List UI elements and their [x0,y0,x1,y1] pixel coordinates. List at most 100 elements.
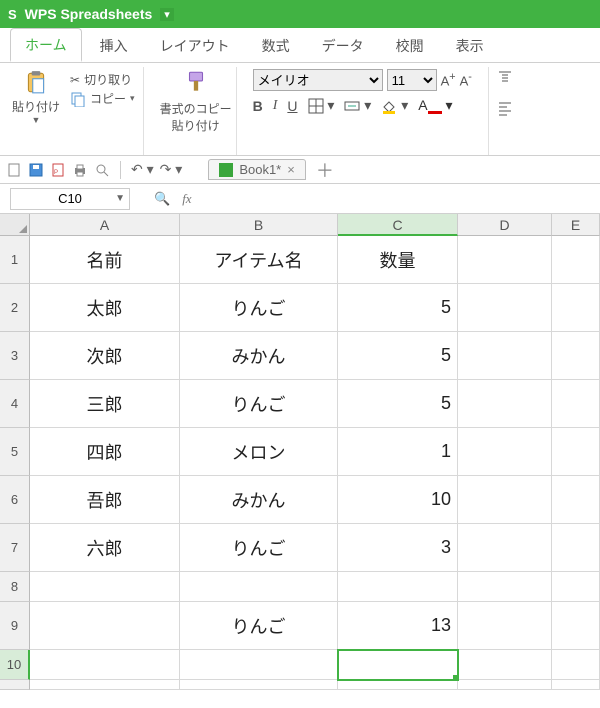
row-header-10[interactable]: 10 [0,650,30,680]
cell-B1[interactable]: アイテム名 [180,236,338,284]
cell-E8[interactable] [552,572,600,602]
row-header-3[interactable]: 3 [0,332,30,380]
tab-home[interactable]: ホーム [10,28,82,62]
cell-E6[interactable] [552,476,600,524]
cell-A4[interactable]: 三郎 [30,380,180,428]
trace-search-icon[interactable]: 🔍 [154,191,170,207]
cell-A5[interactable]: 四郎 [30,428,180,476]
paste-icon[interactable] [23,69,49,98]
cell-B9[interactable]: りんご [180,602,338,650]
name-box-dropdown-icon[interactable]: ▼ [115,193,125,204]
cell-A6[interactable]: 吾郎 [30,476,180,524]
cell-C10[interactable] [338,650,458,680]
cell-A8[interactable] [30,572,180,602]
cell-D1[interactable] [458,236,552,284]
row-header-4[interactable]: 4 [0,380,30,428]
cell-E9[interactable] [552,602,600,650]
col-header-a[interactable]: A [30,214,180,236]
italic-button[interactable]: I [273,98,278,114]
row-header-11[interactable] [0,680,30,690]
decrease-font-icon[interactable]: A- [460,71,472,88]
tab-review[interactable]: 校閲 [382,30,438,61]
cell-E10[interactable] [552,650,600,680]
font-color-button[interactable]: A ▾ [418,97,452,114]
align-left-button[interactable] [497,98,513,115]
font-name-select[interactable]: メイリオ [253,69,383,91]
copy-button[interactable]: コピー ▾ [70,90,135,107]
cell-C6[interactable]: 10 [338,476,458,524]
fill-color-button[interactable]: ▾ [381,97,408,114]
print-preview-icon[interactable] [94,161,110,178]
tab-data[interactable]: データ [308,30,378,61]
cell-E11[interactable] [552,680,600,690]
cell-B8[interactable] [180,572,338,602]
underline-button[interactable]: U [287,98,297,114]
cell-C8[interactable] [338,572,458,602]
align-top-button[interactable] [497,69,513,86]
cell-C5[interactable]: 1 [338,428,458,476]
cell-C4[interactable]: 5 [338,380,458,428]
cell-B7[interactable]: りんご [180,524,338,572]
cell-D3[interactable] [458,332,552,380]
close-tab-button[interactable]: × [287,162,295,177]
cell-D9[interactable] [458,602,552,650]
tab-view[interactable]: 表示 [442,30,498,61]
increase-font-icon[interactable]: A+ [441,71,456,88]
cell-C11[interactable] [338,680,458,690]
cell-A7[interactable]: 六郎 [30,524,180,572]
row-header-8[interactable]: 8 [0,572,30,602]
cell-E2[interactable] [552,284,600,332]
cell-B2[interactable]: りんご [180,284,338,332]
cell-A1[interactable]: 名前 [30,236,180,284]
row-header-9[interactable]: 9 [0,602,30,650]
col-header-d[interactable]: D [458,214,552,236]
paste-dropdown-icon[interactable]: ▼ [32,115,41,125]
cell-D2[interactable] [458,284,552,332]
cell-B11[interactable] [180,680,338,690]
formula-input[interactable] [200,188,600,210]
cell-B5[interactable]: メロン [180,428,338,476]
format-painter-icon[interactable] [183,69,209,98]
tab-insert[interactable]: 挿入 [86,30,142,61]
cell-D5[interactable] [458,428,552,476]
copy-dropdown-icon[interactable]: ▾ [130,93,135,104]
bold-button[interactable]: B [253,98,263,114]
select-all-corner[interactable] [0,214,30,236]
row-header-5[interactable]: 5 [0,428,30,476]
export-pdf-icon[interactable]: P [50,161,66,178]
cell-E1[interactable] [552,236,600,284]
col-header-b[interactable]: B [180,214,338,236]
cell-D6[interactable] [458,476,552,524]
cell-A10[interactable] [30,650,180,680]
cell-D4[interactable] [458,380,552,428]
border-button[interactable]: ▾ [308,97,335,114]
cell-E4[interactable] [552,380,600,428]
cell-E7[interactable] [552,524,600,572]
cell-B10[interactable] [180,650,338,680]
cell-B6[interactable]: みかん [180,476,338,524]
cell-B3[interactable]: みかん [180,332,338,380]
cell-C1[interactable]: 数量 [338,236,458,284]
print-icon[interactable] [72,161,88,178]
cell-B4[interactable]: りんご [180,380,338,428]
col-header-c[interactable]: C [338,214,458,236]
row-header-1[interactable]: 1 [0,236,30,284]
add-tab-button[interactable]: ＋ [316,157,334,183]
cell-A9[interactable] [30,602,180,650]
cell-E5[interactable] [552,428,600,476]
row-header-6[interactable]: 6 [0,476,30,524]
merge-button[interactable]: ▾ [344,97,371,114]
cell-D11[interactable] [458,680,552,690]
save-icon[interactable] [28,161,44,178]
cell-D7[interactable] [458,524,552,572]
name-box[interactable]: C10 ▼ [10,188,130,210]
cell-C9[interactable]: 13 [338,602,458,650]
row-header-2[interactable]: 2 [0,284,30,332]
row-header-7[interactable]: 7 [0,524,30,572]
cell-A2[interactable]: 太郎 [30,284,180,332]
font-size-select[interactable]: 11 [387,69,437,91]
cell-C7[interactable]: 3 [338,524,458,572]
cell-C3[interactable]: 5 [338,332,458,380]
tab-formulas[interactable]: 数式 [248,30,304,61]
cell-A3[interactable]: 次郎 [30,332,180,380]
